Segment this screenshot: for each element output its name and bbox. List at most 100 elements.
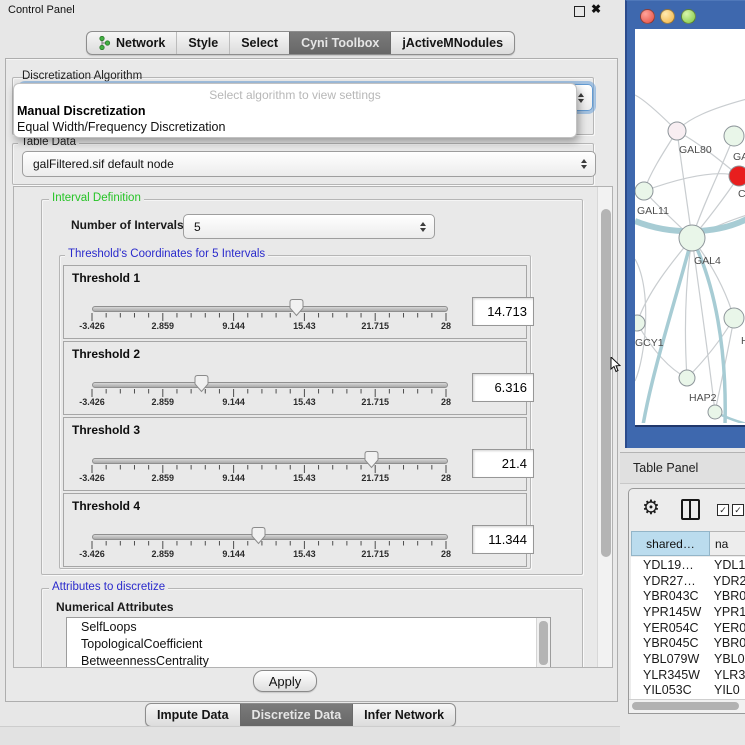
network-edge (644, 174, 739, 191)
tab-network[interactable]: Network (87, 32, 176, 54)
number-of-intervals-combo[interactable]: 5 (183, 214, 435, 239)
table-cell-name: YBL0 (708, 652, 745, 666)
network-node[interactable] (635, 182, 653, 200)
tab-impute-data[interactable]: Impute Data (146, 704, 240, 726)
slider-tick-label: 28 (441, 473, 451, 483)
slider-tick-label: 28 (441, 321, 451, 331)
checkbox-icon[interactable]: ✓ (717, 504, 729, 516)
float-window-icon[interactable] (574, 6, 585, 17)
slider-tick-label: 21.715 (361, 549, 389, 559)
settings-scrollbar-track[interactable] (597, 187, 613, 667)
network-canvas[interactable]: GAL80GACGAL11GAL4GCY1HHAP2 (635, 29, 745, 427)
column-header-name[interactable]: na (710, 531, 745, 556)
threshold-label: Threshold 2 (72, 347, 140, 361)
table-row[interactable]: YBL079WYBL0 (631, 651, 745, 667)
tab-cyni-toolbox[interactable]: Cyni Toolbox (289, 32, 390, 54)
dropdown-option-equal-width-frequency[interactable]: Equal Width/Frequency Discretization (17, 120, 225, 134)
slider-tick-label: 9.144 (222, 473, 245, 483)
network-node[interactable] (724, 126, 744, 146)
attribute-items: SelfLoopsTopologicalCoefficientBetweenne… (67, 618, 550, 668)
combo-stepper-icon (578, 93, 584, 103)
table-cell-shared: YBR045C (631, 636, 708, 650)
threshold-value-field[interactable]: 6.316 (472, 373, 534, 402)
network-node[interactable] (635, 315, 645, 331)
network-tree-icon (98, 36, 111, 50)
table-data-combo[interactable]: galFiltered.sif default node (22, 151, 596, 177)
tab-select[interactable]: Select (229, 32, 289, 54)
slider-tick-label: 2.859 (152, 397, 175, 407)
slider-tick-label: 2.859 (152, 549, 175, 559)
discretization-algorithm-group-title: Discretization Algorithm (22, 70, 142, 82)
tab-style[interactable]: Style (176, 32, 229, 54)
combo-stepper-icon (581, 159, 587, 169)
bottom-strip (0, 726, 620, 745)
threshold-label: Threshold 3 (72, 423, 140, 437)
threshold-value-field[interactable]: 11.344 (472, 525, 534, 554)
list-scrollbar-thumb[interactable] (539, 621, 548, 665)
table-row[interactable]: YPR145WYPR1 (631, 604, 745, 620)
slider-tick-label: -3.426 (79, 473, 105, 483)
table-cell-shared: YLR345W (631, 668, 708, 682)
gear-icon[interactable]: ⚙ (642, 495, 660, 521)
slider-track[interactable] (92, 382, 448, 388)
slider-ticks (91, 541, 447, 550)
slider-ticks (91, 389, 447, 398)
tab-discretize-data[interactable]: Discretize Data (240, 704, 353, 726)
slider-tick-label: 15.43 (293, 473, 316, 483)
table-hscrollbar-thumb[interactable] (632, 702, 739, 710)
slider-tick-label: 9.144 (222, 549, 245, 559)
table-cell-name: YIL0 (708, 683, 740, 697)
network-node[interactable] (729, 166, 745, 186)
slider-tick-label: -3.426 (79, 549, 105, 559)
table-cell-name: YDR2 (707, 574, 745, 588)
table-row[interactable]: YDR27…YDR2 (631, 573, 745, 589)
slider-track[interactable] (92, 306, 448, 312)
interval-definition-group-title: Interval Definition (49, 192, 144, 204)
window-close-traffic-light[interactable] (640, 9, 655, 24)
dropdown-option-manual-discretization[interactable]: Manual Discretization (17, 104, 146, 118)
table-cell-name: YBR0 (708, 589, 745, 603)
list-item[interactable]: BetweennessCentrality (67, 652, 550, 668)
window-minimize-traffic-light[interactable] (660, 9, 675, 24)
checkbox-icon[interactable]: ✓ (732, 504, 744, 516)
apply-button[interactable]: Apply (253, 670, 317, 692)
slider-tick-label: 28 (441, 397, 451, 407)
threshold-value-field[interactable]: 21.4 (472, 449, 534, 478)
tab-jactivemnodules[interactable]: jActiveMNodules (390, 32, 514, 54)
network-node[interactable] (679, 370, 695, 386)
settings-scrollbar-thumb[interactable] (601, 209, 611, 557)
tab-infer-network[interactable]: Infer Network (352, 704, 455, 726)
slider-track[interactable] (92, 458, 448, 464)
threshold-panel: Threshold 3-3.4262.8599.14415.4321.71528… (63, 417, 527, 491)
network-edge (643, 238, 692, 423)
slider-ticks (91, 313, 447, 322)
list-item[interactable]: SelfLoops (67, 618, 550, 635)
table-row[interactable]: YLR345WYLR3 (631, 667, 745, 683)
table-hscrollbar-track[interactable] (629, 699, 745, 713)
table-body: YDL19…YDL1YDR27…YDR2YBR043CYBR0YPR145WYP… (631, 557, 745, 699)
window-zoom-traffic-light[interactable] (681, 9, 696, 24)
close-icon[interactable]: ✖ (591, 2, 601, 16)
top-tab-bar: Network Style Select Cyni Toolbox jActiv… (86, 31, 515, 55)
network-node[interactable] (724, 308, 744, 328)
control-panel-titlebar: Control Panel ✖ (0, 0, 620, 20)
column-header-shared[interactable]: shared… (631, 531, 710, 556)
table-row[interactable]: YIL053CYIL0 (631, 683, 745, 699)
network-node[interactable] (668, 122, 686, 140)
table-row[interactable]: YDL19…YDL1 (631, 557, 745, 573)
threshold-value-field[interactable]: 14.713 (472, 297, 534, 326)
slider-tick-label: 28 (441, 549, 451, 559)
split-view-icon[interactable] (681, 499, 700, 520)
network-node[interactable] (679, 225, 705, 251)
list-item[interactable]: TopologicalCoefficient (67, 635, 550, 652)
slider-tick-label: 21.715 (361, 473, 389, 483)
table-row[interactable]: YBR043CYBR0 (631, 588, 745, 604)
threshold-label: Threshold 4 (72, 499, 140, 513)
network-edge (687, 318, 734, 378)
table-row[interactable]: YBR045CYBR0 (631, 635, 745, 651)
table-row[interactable]: YER054CYER0 (631, 620, 745, 636)
slider-track[interactable] (92, 534, 448, 540)
list-scrollbar-track[interactable] (536, 618, 550, 668)
network-node[interactable] (708, 405, 722, 419)
table-panel-title: Table Panel (633, 461, 698, 475)
